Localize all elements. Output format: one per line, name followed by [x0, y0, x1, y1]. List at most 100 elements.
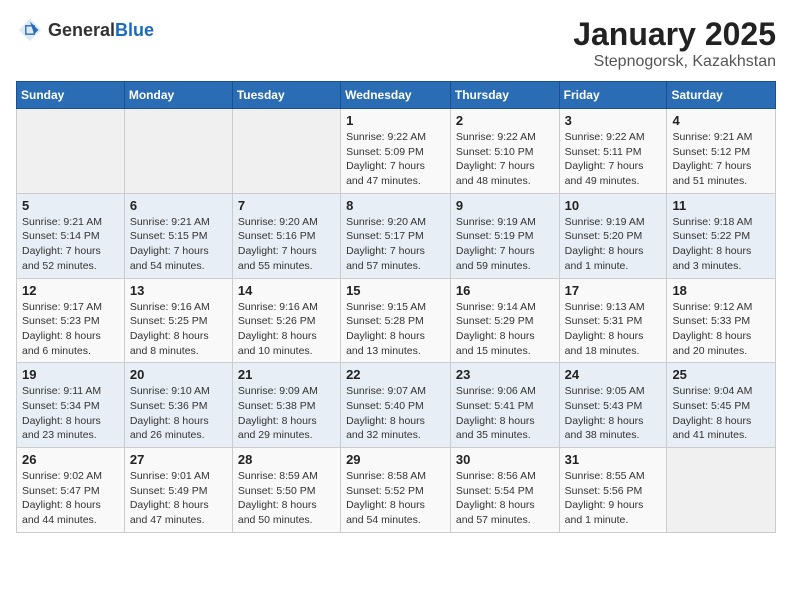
- day-number: 11: [672, 198, 770, 213]
- calendar-cell: 16Sunrise: 9:14 AM Sunset: 5:29 PM Dayli…: [450, 278, 559, 363]
- calendar-cell: 23Sunrise: 9:06 AM Sunset: 5:41 PM Dayli…: [450, 363, 559, 448]
- calendar-cell: 1 Sunrise: 9:22 AM Sunset: 5:09 PM Daylig…: [341, 109, 451, 194]
- day-number: 27: [130, 452, 227, 467]
- day-number: 25: [672, 367, 770, 382]
- day-info: Sunrise: 8:55 AM Sunset: 5:56 PM Dayligh…: [565, 469, 662, 528]
- day-info: Sunrise: 8:59 AM Sunset: 5:50 PM Dayligh…: [238, 469, 335, 528]
- calendar-cell: 30 Sunrise: 8:56 AM Sunset: 5:54 PM Dayli…: [450, 448, 559, 533]
- logo: General Blue: [16, 16, 154, 44]
- day-number: 26: [22, 452, 119, 467]
- day-number: 16: [456, 283, 554, 298]
- day-number: 29: [346, 452, 445, 467]
- day-info: Sunrise: 9:12 AM Sunset: 5:33 PM Dayligh…: [672, 300, 770, 359]
- day-number: 7: [238, 198, 335, 213]
- calendar-week-row: 5 Sunrise: 9:21 AM Sunset: 5:14 PM Daylig…: [17, 193, 776, 278]
- day-info: Sunrise: 9:13 AM Sunset: 5:31 PM Dayligh…: [565, 300, 662, 359]
- day-info: Sunrise: 9:01 AM Sunset: 5:49 PM Dayligh…: [130, 469, 227, 528]
- day-info: Sunrise: 9:19 AM Sunset: 5:20 PM Dayligh…: [565, 215, 662, 274]
- day-number: 21: [238, 367, 335, 382]
- day-info: Sunrise: 8:58 AM Sunset: 5:52 PM Dayligh…: [346, 469, 445, 528]
- calendar-title-area: January 2025 Stepnogorsk, Kazakhstan: [573, 16, 776, 71]
- day-number: 19: [22, 367, 119, 382]
- day-info: Sunrise: 9:05 AM Sunset: 5:43 PM Dayligh…: [565, 384, 662, 443]
- calendar-cell: [124, 109, 232, 194]
- calendar-cell: 25 Sunrise: 9:04 AM Sunset: 5:45 PM Dayli…: [667, 363, 776, 448]
- calendar-cell: 15 Sunrise: 9:15 AM Sunset: 5:28 PM Dayli…: [341, 278, 451, 363]
- calendar-cell: 31Sunrise: 8:55 AM Sunset: 5:56 PM Dayli…: [559, 448, 667, 533]
- day-info: Sunrise: 9:16 AM Sunset: 5:26 PM Dayligh…: [238, 300, 335, 359]
- logo-icon: [16, 16, 44, 44]
- day-info: Sunrise: 9:06 AM Sunset: 5:41 PM Dayligh…: [456, 384, 554, 443]
- day-number: 15: [346, 283, 445, 298]
- day-info: Sunrise: 9:15 AM Sunset: 5:28 PM Dayligh…: [346, 300, 445, 359]
- day-info: Sunrise: 9:10 AM Sunset: 5:36 PM Dayligh…: [130, 384, 227, 443]
- calendar-cell: 3 Sunrise: 9:22 AM Sunset: 5:11 PM Daylig…: [559, 109, 667, 194]
- day-number: 12: [22, 283, 119, 298]
- day-info: Sunrise: 9:16 AM Sunset: 5:25 PM Dayligh…: [130, 300, 227, 359]
- calendar-week-row: 26 Sunrise: 9:02 AM Sunset: 5:47 PM Dayli…: [17, 448, 776, 533]
- day-number: 13: [130, 283, 227, 298]
- day-info: Sunrise: 9:04 AM Sunset: 5:45 PM Dayligh…: [672, 384, 770, 443]
- weekday-header-saturday: Saturday: [667, 82, 776, 109]
- day-number: 3: [565, 113, 662, 128]
- day-info: Sunrise: 9:07 AM Sunset: 5:40 PM Dayligh…: [346, 384, 445, 443]
- day-info: Sunrise: 9:22 AM Sunset: 5:11 PM Dayligh…: [565, 130, 662, 189]
- calendar-cell: [17, 109, 125, 194]
- calendar-cell: 28 Sunrise: 8:59 AM Sunset: 5:50 PM Dayli…: [232, 448, 340, 533]
- day-number: 1: [346, 113, 445, 128]
- calendar-cell: 6 Sunrise: 9:21 AM Sunset: 5:15 PM Daylig…: [124, 193, 232, 278]
- day-number: 20: [130, 367, 227, 382]
- day-info: Sunrise: 9:18 AM Sunset: 5:22 PM Dayligh…: [672, 215, 770, 274]
- day-number: 5: [22, 198, 119, 213]
- calendar-cell: [232, 109, 340, 194]
- calendar-cell: 26 Sunrise: 9:02 AM Sunset: 5:47 PM Dayli…: [17, 448, 125, 533]
- day-number: 18: [672, 283, 770, 298]
- day-info: Sunrise: 8:56 AM Sunset: 5:54 PM Dayligh…: [456, 469, 554, 528]
- month-title: January 2025: [573, 16, 776, 53]
- day-info: Sunrise: 9:20 AM Sunset: 5:16 PM Dayligh…: [238, 215, 335, 274]
- calendar-cell: 10 Sunrise: 9:19 AM Sunset: 5:20 PM Dayli…: [559, 193, 667, 278]
- calendar-cell: 7 Sunrise: 9:20 AM Sunset: 5:16 PM Daylig…: [232, 193, 340, 278]
- calendar-cell: 17 Sunrise: 9:13 AM Sunset: 5:31 PM Dayli…: [559, 278, 667, 363]
- day-number: 8: [346, 198, 445, 213]
- calendar-cell: 19 Sunrise: 9:11 AM Sunset: 5:34 PM Dayli…: [17, 363, 125, 448]
- day-info: Sunrise: 9:19 AM Sunset: 5:19 PM Dayligh…: [456, 215, 554, 274]
- calendar-cell: 13 Sunrise: 9:16 AM Sunset: 5:25 PM Dayli…: [124, 278, 232, 363]
- calendar-cell: 29 Sunrise: 8:58 AM Sunset: 5:52 PM Dayli…: [341, 448, 451, 533]
- day-number: 17: [565, 283, 662, 298]
- calendar-cell: 5 Sunrise: 9:21 AM Sunset: 5:14 PM Daylig…: [17, 193, 125, 278]
- day-number: 14: [238, 283, 335, 298]
- calendar-cell: 18 Sunrise: 9:12 AM Sunset: 5:33 PM Dayli…: [667, 278, 776, 363]
- calendar-week-row: 1 Sunrise: 9:22 AM Sunset: 5:09 PM Daylig…: [17, 109, 776, 194]
- day-number: 28: [238, 452, 335, 467]
- calendar-cell: 12 Sunrise: 9:17 AM Sunset: 5:23 PM Dayli…: [17, 278, 125, 363]
- weekday-header-row: SundayMondayTuesdayWednesdayThursdayFrid…: [17, 82, 776, 109]
- calendar-week-row: 19 Sunrise: 9:11 AM Sunset: 5:34 PM Dayli…: [17, 363, 776, 448]
- calendar-cell: 14 Sunrise: 9:16 AM Sunset: 5:26 PM Dayli…: [232, 278, 340, 363]
- logo-blue-text: Blue: [115, 20, 154, 41]
- calendar-cell: 20 Sunrise: 9:10 AM Sunset: 5:36 PM Dayli…: [124, 363, 232, 448]
- calendar-cell: 4Sunrise: 9:21 AM Sunset: 5:12 PM Daylig…: [667, 109, 776, 194]
- day-number: 2: [456, 113, 554, 128]
- day-number: 22: [346, 367, 445, 382]
- day-info: Sunrise: 9:21 AM Sunset: 5:15 PM Dayligh…: [130, 215, 227, 274]
- day-number: 6: [130, 198, 227, 213]
- day-info: Sunrise: 9:11 AM Sunset: 5:34 PM Dayligh…: [22, 384, 119, 443]
- logo-general-text: General: [48, 20, 115, 41]
- day-info: Sunrise: 9:22 AM Sunset: 5:09 PM Dayligh…: [346, 130, 445, 189]
- day-info: Sunrise: 9:22 AM Sunset: 5:10 PM Dayligh…: [456, 130, 554, 189]
- calendar-cell: 2 Sunrise: 9:22 AM Sunset: 5:10 PM Daylig…: [450, 109, 559, 194]
- day-number: 10: [565, 198, 662, 213]
- day-info: Sunrise: 9:02 AM Sunset: 5:47 PM Dayligh…: [22, 469, 119, 528]
- day-number: 4: [672, 113, 770, 128]
- calendar-cell: 8Sunrise: 9:20 AM Sunset: 5:17 PM Daylig…: [341, 193, 451, 278]
- day-number: 24: [565, 367, 662, 382]
- day-info: Sunrise: 9:17 AM Sunset: 5:23 PM Dayligh…: [22, 300, 119, 359]
- location-title: Stepnogorsk, Kazakhstan: [573, 53, 776, 71]
- calendar-cell: 21Sunrise: 9:09 AM Sunset: 5:38 PM Dayli…: [232, 363, 340, 448]
- calendar-table: SundayMondayTuesdayWednesdayThursdayFrid…: [16, 81, 776, 533]
- calendar-cell: 11 Sunrise: 9:18 AM Sunset: 5:22 PM Dayli…: [667, 193, 776, 278]
- day-number: 30: [456, 452, 554, 467]
- calendar-cell: [667, 448, 776, 533]
- day-info: Sunrise: 9:21 AM Sunset: 5:14 PM Dayligh…: [22, 215, 119, 274]
